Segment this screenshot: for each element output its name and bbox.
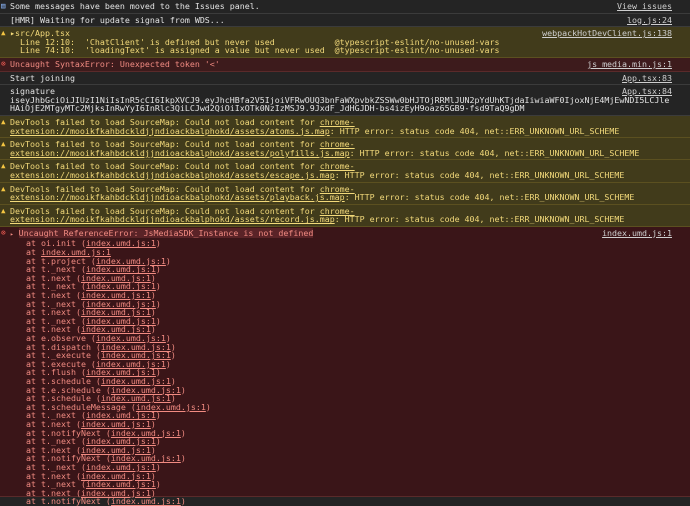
warning-icon: ▲ xyxy=(1,185,6,194)
sourcemap-warning-row: ▲ DevTools failed to load SourceMap: Cou… xyxy=(0,116,690,138)
issues-note-text: Some messages have been moved to the Iss… xyxy=(10,1,260,11)
stack-frame-close: ) xyxy=(156,281,161,291)
stack-frame-close: ) xyxy=(156,436,161,446)
sourcemap-warning-suffix: : HTTP error: status code 404, net::ERR_… xyxy=(345,192,635,202)
stack-frame: at oi.init (index.umd.js:1) xyxy=(26,239,674,248)
info-icon: ▤ xyxy=(1,2,6,11)
warning-icon: ▲ xyxy=(1,162,6,171)
eslint-warning-row: ▲ ▸src/App.tsx webpackHotDevClient.js:13… xyxy=(0,27,690,58)
sourcemap-warning-suffix: : HTTP error: status code 404, net::ERR_… xyxy=(335,170,625,180)
stack-frame-close: ) xyxy=(166,359,171,369)
sourcemap-warning-row: ▲ DevTools failed to load SourceMap: Cou… xyxy=(0,138,690,160)
stack-frame: at t.notifyNext (index.umd.js:1) xyxy=(26,497,674,506)
expand-triangle-icon[interactable]: ▸ xyxy=(10,231,14,238)
eslint-warning-line-2: Line 74:10: 'loadingText' is assigned a … xyxy=(10,46,674,55)
reference-error-row: ⊗ ▸ Uncaught ReferenceError: JsMediaSDK_… xyxy=(0,227,690,497)
sourcemap-warning-row: ▲ DevTools failed to load SourceMap: Cou… xyxy=(0,205,690,227)
warning-icon: ▲ xyxy=(1,29,6,38)
eslint-warning-source[interactable]: webpackHotDevClient.js:138 xyxy=(542,29,672,38)
stack-frame-link[interactable]: index.umd.js:1 xyxy=(111,496,181,506)
stack-frame-close: ) xyxy=(156,410,161,420)
stack-frame-close: ) xyxy=(206,402,211,412)
stack-frame-close: ) xyxy=(181,453,186,463)
hmr-log-row: [HMR] Waiting for update signal from WDS… xyxy=(0,14,690,28)
stack-frame-text: at t.notifyNext ( xyxy=(26,496,111,506)
stack-frame-close: ) xyxy=(171,350,176,360)
error-icon: ⊗ xyxy=(1,229,6,238)
stack-frame-close: ) xyxy=(156,316,161,326)
error-icon: ⊗ xyxy=(1,60,6,69)
syntax-error-source[interactable]: js_media.min.js:1 xyxy=(587,60,672,69)
signature-value: iseyJhbGciOiJIUzI1NiIsInR5cCI6IkpXVCJ9.e… xyxy=(10,96,674,113)
signature-row: signature App.tsx:84 iseyJhbGciOiJIUzI1N… xyxy=(0,85,690,116)
syntax-error-row: ⊗ Uncaught SyntaxError: Unexpected token… xyxy=(0,58,690,72)
view-issues-link[interactable]: View issues xyxy=(617,2,672,11)
sourcemap-warning-suffix: : HTTP error: status code 404, net::ERR_… xyxy=(330,126,620,136)
hmr-log-text: [HMR] Waiting for update signal from WDS… xyxy=(10,15,225,25)
sourcemap-warning-row: ▲ DevTools failed to load SourceMap: Cou… xyxy=(0,160,690,182)
start-joining-text: Start joining xyxy=(10,73,75,83)
stack-frame-close: ) xyxy=(166,256,171,266)
stack-trace: at oi.init (index.umd.js:1)at index.umd.… xyxy=(10,239,674,505)
syntax-error-text: Uncaught SyntaxError: Unexpected token '… xyxy=(10,59,220,69)
stack-frame-close: ) xyxy=(156,238,161,248)
reference-error-text: Uncaught ReferenceError: JsMediaSDK_Inst… xyxy=(19,228,314,238)
start-joining-row: Start joining App.tsx:83 xyxy=(0,72,690,86)
stack-frame-close: ) xyxy=(156,264,161,274)
stack-frame-close: ) xyxy=(181,428,186,438)
signature-source[interactable]: App.tsx:84 xyxy=(622,87,672,96)
start-joining-source[interactable]: App.tsx:83 xyxy=(622,74,672,83)
warning-icon: ▲ xyxy=(1,140,6,149)
warning-icon: ▲ xyxy=(1,207,6,216)
hmr-log-source[interactable]: log.js:24 xyxy=(627,16,672,25)
stack-frame-close: ) xyxy=(181,385,186,395)
sourcemap-warning-suffix: : HTTP error: status code 404, net::ERR_… xyxy=(350,148,640,158)
stack-frame-close: ) xyxy=(156,299,161,309)
reference-error-source[interactable]: index.umd.js:1 xyxy=(602,229,672,238)
warning-icon: ▲ xyxy=(1,118,6,127)
sourcemap-warning-suffix: : HTTP error: status code 404, net::ERR_… xyxy=(335,214,625,224)
console-messages: ▤ Some messages have been moved to the I… xyxy=(0,0,690,497)
stack-frame-close: ) xyxy=(181,496,186,506)
sourcemap-warning-row: ▲ DevTools failed to load SourceMap: Cou… xyxy=(0,183,690,205)
issues-note-row: ▤ Some messages have been moved to the I… xyxy=(0,0,690,14)
stack-frame-close: ) xyxy=(156,462,161,472)
stack-frame-close: ) xyxy=(156,479,161,489)
